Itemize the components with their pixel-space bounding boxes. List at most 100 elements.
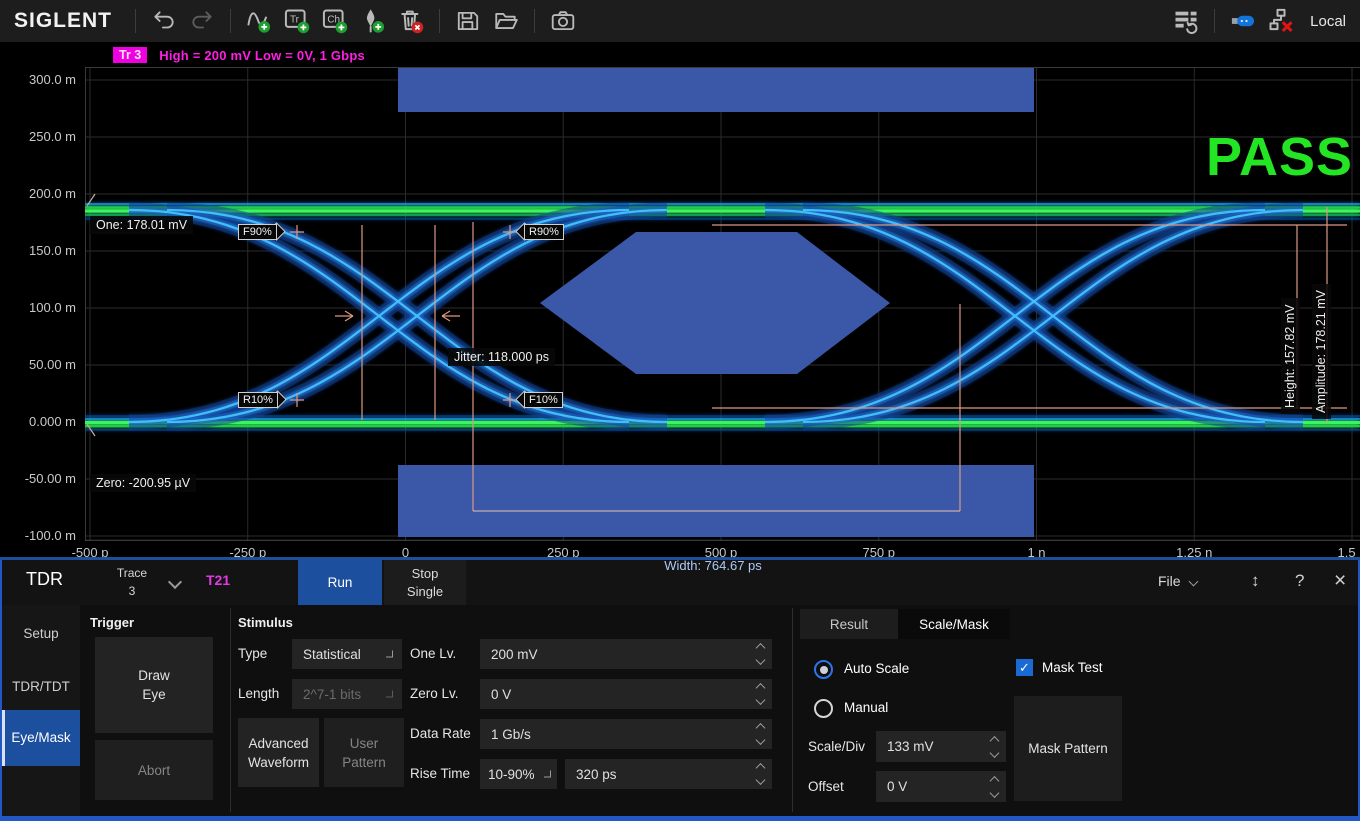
panel-sidebar: Setup TDR/TDT Eye/Mask xyxy=(2,605,80,816)
open-folder-icon xyxy=(493,8,519,34)
close-button[interactable]: × xyxy=(1334,569,1346,593)
zero-level-input[interactable]: 0 V xyxy=(480,679,772,709)
eye-mask-label: Eye/Mask xyxy=(11,730,70,745)
spinner-arrows[interactable] xyxy=(757,725,764,744)
resize-button[interactable]: ↕ xyxy=(1251,571,1260,591)
trace-badge[interactable]: Tr 3 xyxy=(113,47,147,63)
run-button[interactable]: Run xyxy=(298,560,382,605)
y-tick-label: 50.00 m xyxy=(0,357,76,372)
spin-up-icon[interactable] xyxy=(756,683,766,693)
eye-diagram-svg xyxy=(85,67,1360,541)
local-mode-label[interactable]: Local xyxy=(1310,13,1346,30)
stop-single-button[interactable]: Stop Single xyxy=(384,560,466,605)
spinner-arrows[interactable] xyxy=(991,737,998,756)
mask-center-hexagon xyxy=(540,232,890,374)
one-level-input[interactable]: 200 mV xyxy=(480,639,772,669)
tdr-control-panel: TDR Trace 3 T21 Run Stop Single File ↕ ?… xyxy=(0,560,1360,821)
open-button[interactable] xyxy=(489,4,523,38)
radio-dot xyxy=(820,666,828,674)
data-rate-input[interactable]: 1 Gb/s xyxy=(480,719,772,749)
add-waveform-button[interactable] xyxy=(242,4,276,38)
user-pattern-button[interactable]: User Pattern xyxy=(324,718,404,787)
redo-button[interactable] xyxy=(185,4,219,38)
delete-button[interactable] xyxy=(394,4,428,38)
y-tick-label: 200.0 m xyxy=(0,186,76,201)
manual-label[interactable]: Manual xyxy=(844,700,888,715)
help-button[interactable]: ? xyxy=(1295,571,1304,591)
screenshot-button[interactable] xyxy=(546,4,580,38)
trace-id-label[interactable]: T21 xyxy=(206,572,230,588)
file-menu[interactable]: File xyxy=(1158,573,1197,589)
scale-div-label: Scale/Div xyxy=(808,739,865,754)
one-level-value: 200 mV xyxy=(491,647,538,662)
spin-down-icon[interactable] xyxy=(756,735,766,745)
spinner-arrows[interactable] xyxy=(991,777,998,796)
marker-r90-tag: R90% xyxy=(518,223,564,240)
marker-r10-tag: R10% xyxy=(238,391,284,408)
manual-radio[interactable] xyxy=(814,699,833,718)
user-label: User xyxy=(350,734,379,753)
rise-time-dropdown[interactable]: 10-90% xyxy=(480,759,557,789)
one-level-label: One: 178.01 mV xyxy=(90,216,193,234)
network-status-button[interactable] xyxy=(1264,4,1298,38)
save-floppy-icon xyxy=(455,8,481,34)
scale-div-input[interactable]: 133 mV xyxy=(876,731,1006,762)
eye-label: Eye xyxy=(142,685,165,704)
y-tick-label: 150.0 m xyxy=(0,243,76,258)
advanced-waveform-button[interactable]: Advanced Waveform xyxy=(238,718,319,787)
add-waveform-icon xyxy=(245,7,273,35)
amplitude-label: Amplitude: 178.21 mV xyxy=(1312,284,1331,419)
draw-eye-button[interactable]: Draw Eye xyxy=(95,637,213,733)
spinner-arrows[interactable] xyxy=(757,645,764,664)
eye-diagram-plot[interactable]: 300.0 m250.0 m200.0 m150.0 m100.0 m50.00… xyxy=(0,42,1360,560)
y-tick-label: 300.0 m xyxy=(0,72,76,87)
auto-scale-label[interactable]: Auto Scale xyxy=(844,661,909,676)
mask-test-checkbox[interactable]: ✓ xyxy=(1016,659,1033,676)
type-dropdown[interactable]: Statistical xyxy=(292,639,402,669)
offset-input[interactable]: 0 V xyxy=(876,771,1006,802)
chevron-down-icon xyxy=(544,771,551,778)
chevron-down-icon[interactable] xyxy=(168,575,182,589)
file-menu-label: File xyxy=(1158,573,1181,589)
layout-sync-button[interactable] xyxy=(1169,4,1203,38)
rise-time-input[interactable]: 320 ps xyxy=(565,759,772,789)
abort-button[interactable]: Abort xyxy=(95,740,213,800)
add-channel-button[interactable]: Ch xyxy=(318,4,352,38)
jitter-label: Jitter: 118.000 ps xyxy=(448,348,555,366)
eye-diagram-canvas[interactable] xyxy=(85,67,1360,541)
trace-selector[interactable]: Trace 3 xyxy=(104,564,160,600)
mask-pattern-button[interactable]: Mask Pattern xyxy=(1014,696,1122,801)
spin-up-icon[interactable] xyxy=(756,643,766,653)
divider xyxy=(135,9,136,33)
spin-up-icon[interactable] xyxy=(756,763,766,773)
spin-down-icon[interactable] xyxy=(756,695,766,705)
spin-up-icon[interactable] xyxy=(990,776,1000,786)
spin-down-icon[interactable] xyxy=(756,655,766,665)
tab-scale-mask[interactable]: Scale/Mask xyxy=(898,609,1010,639)
layout-sync-icon xyxy=(1172,7,1200,35)
advanced-label: Advanced xyxy=(248,734,308,753)
undo-button[interactable] xyxy=(147,4,181,38)
spinner-arrows[interactable] xyxy=(757,685,764,704)
spin-up-icon[interactable] xyxy=(756,723,766,733)
spin-down-icon[interactable] xyxy=(990,748,1000,758)
add-marker-button[interactable] xyxy=(356,4,390,38)
r10-label: R10% xyxy=(238,392,278,408)
save-button[interactable] xyxy=(451,4,485,38)
trigger-group-title: Trigger xyxy=(90,615,134,630)
auto-scale-radio[interactable] xyxy=(814,660,833,679)
spin-up-icon[interactable] xyxy=(990,736,1000,746)
spinner-arrows[interactable] xyxy=(757,765,764,784)
spin-down-icon[interactable] xyxy=(990,788,1000,798)
zero-level-value: 0 V xyxy=(491,687,511,702)
mask-test-label[interactable]: Mask Test xyxy=(1042,660,1103,675)
spin-down-icon[interactable] xyxy=(756,775,766,785)
sidebar-item-eye-mask[interactable]: Eye/Mask xyxy=(2,710,80,766)
usb-status-button[interactable] xyxy=(1226,4,1260,38)
redo-icon xyxy=(189,8,215,34)
sidebar-item-tdr-tdt[interactable]: TDR/TDT xyxy=(2,679,80,694)
tab-result[interactable]: Result xyxy=(800,609,898,639)
add-trace-button[interactable]: Tr xyxy=(280,4,314,38)
marker-f90-tag: F90% xyxy=(238,223,283,240)
sidebar-item-setup[interactable]: Setup xyxy=(2,626,80,641)
